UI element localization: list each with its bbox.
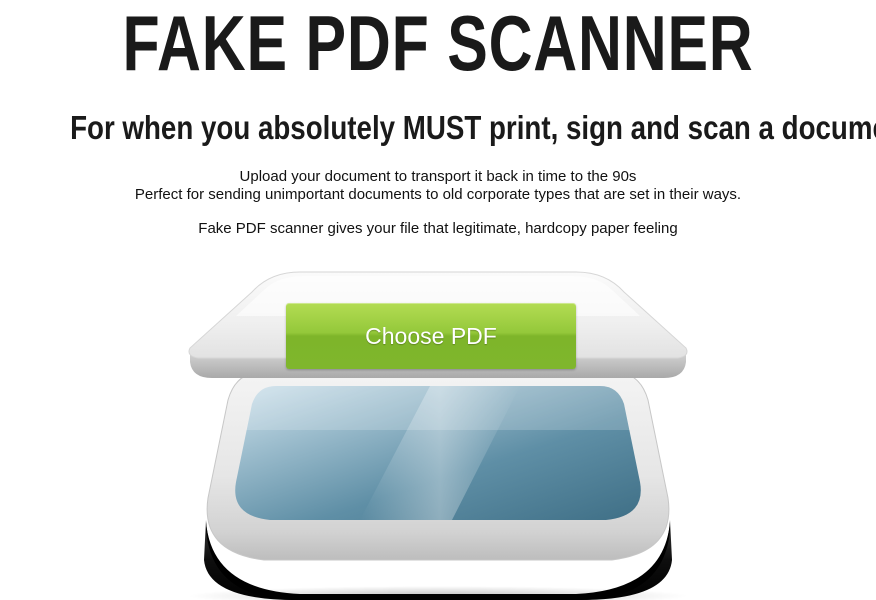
- description-line-3: Fake PDF scanner gives your file that le…: [198, 220, 678, 237]
- choose-pdf-button[interactable]: Choose PDF: [286, 303, 576, 369]
- page-title: FAKE PDF SCANNER: [122, 0, 754, 87]
- description-line-1: Upload your document to transport it bac…: [239, 168, 637, 185]
- description-line-2: Perfect for sending unimportant document…: [134, 186, 742, 203]
- page-subtitle: For when you absolutely MUST print, sign…: [70, 109, 876, 146]
